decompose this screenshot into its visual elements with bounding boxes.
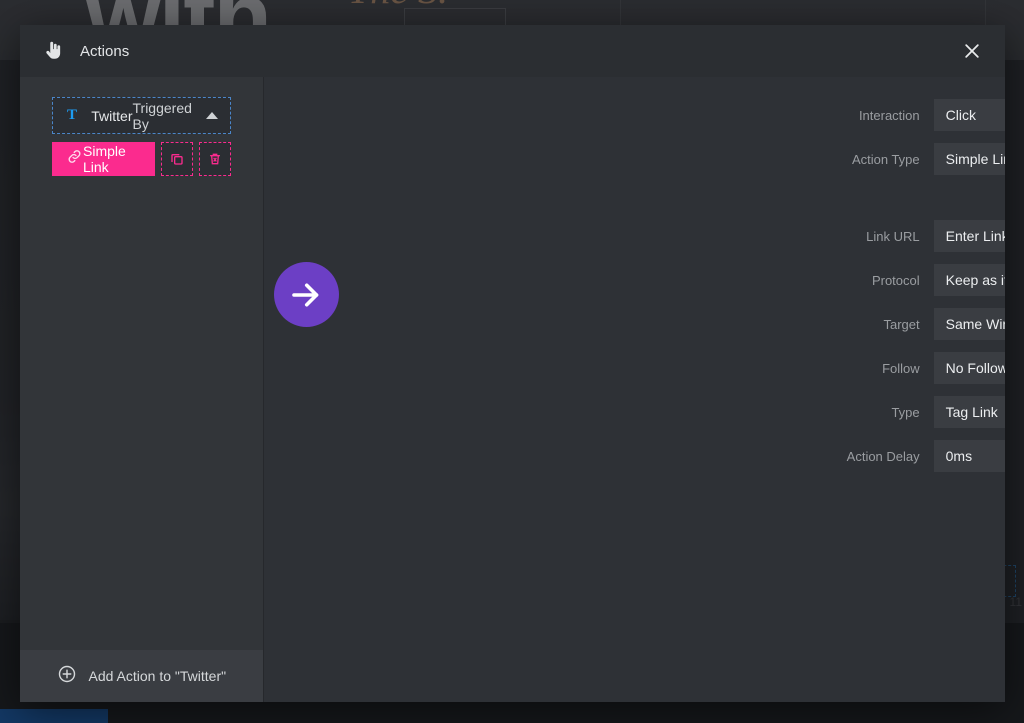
field-action-type: Action Type Simple Link — [264, 143, 1005, 175]
settings-form: Interaction Click Action Type Simple Lin… — [264, 77, 1005, 472]
type-select[interactable]: Tag Link — [933, 396, 1005, 428]
field-value: Same Window — [945, 316, 1005, 332]
modal-header: Actions — [20, 25, 1005, 77]
field-label: Target — [883, 316, 920, 332]
target-select[interactable]: Same Window — [933, 308, 1005, 340]
actions-list-panel: T Twitter Triggered By Simple Link Add A… — [20, 77, 264, 702]
action-type-select[interactable]: Simple Link — [933, 143, 1005, 175]
actions-list: T Twitter Triggered By Simple Link — [20, 77, 263, 176]
follow-select[interactable]: No Follow — [933, 352, 1005, 384]
trigger-group-row-twitter[interactable]: T Twitter Triggered By — [52, 97, 231, 134]
form-spacer — [264, 187, 1005, 220]
triggered-by-label: Triggered By — [132, 99, 192, 132]
field-value: Simple Link — [945, 151, 1005, 167]
close-icon[interactable] — [957, 36, 987, 66]
arrow-right-icon — [273, 262, 339, 327]
twitter-icon: T — [67, 107, 78, 123]
field-link-url: Link URL Enter Link — [264, 220, 1005, 252]
action-settings-panel: Interaction Click Action Type Simple Lin… — [263, 77, 1005, 702]
field-interaction: Interaction Click — [264, 99, 1005, 131]
field-type: Type Tag Link — [264, 396, 1005, 428]
link-url-input[interactable]: Enter Link — [933, 220, 1005, 252]
duplicate-icon[interactable] — [160, 142, 193, 176]
hand-pointer-icon — [40, 38, 66, 64]
field-value: Enter Link — [945, 228, 1005, 244]
field-value: Click — [945, 107, 976, 123]
link-icon — [66, 148, 83, 170]
field-label: Action Delay — [846, 448, 920, 464]
field-label: Protocol — [871, 272, 920, 288]
field-label: Action Type — [851, 151, 920, 167]
action-item-label: Simple Link — [83, 143, 126, 175]
field-label: Type — [891, 404, 920, 420]
interaction-select[interactable]: Click — [933, 99, 1005, 131]
field-value: Keep as it is — [945, 272, 1005, 288]
field-target: Target Same Window — [264, 308, 1005, 340]
protocol-select[interactable]: Keep as it is — [933, 264, 1005, 296]
action-row: Simple Link — [52, 142, 231, 176]
action-item-simple-link[interactable]: Simple Link — [52, 142, 155, 176]
field-follow: Follow No Follow — [264, 352, 1005, 384]
action-delay-input[interactable]: 0ms — [933, 440, 1005, 472]
trigger-group-name: Twitter — [91, 107, 133, 124]
trash-icon[interactable] — [198, 142, 231, 176]
field-action-delay: Action Delay 0ms — [264, 440, 1005, 472]
field-value: No Follow — [945, 360, 1005, 376]
field-label: Interaction — [858, 107, 920, 123]
field-value: Tag Link — [945, 404, 998, 420]
chevron-up-icon[interactable] — [205, 112, 218, 119]
modal-body: T Twitter Triggered By Simple Link Add A… — [20, 77, 1005, 702]
modal-title: Actions — [80, 42, 130, 60]
plus-circle-icon — [57, 664, 77, 689]
add-action-button[interactable]: Add Action to "Twitter" — [20, 650, 263, 702]
field-protocol: Protocol Keep as it is — [264, 264, 1005, 296]
field-value: 0ms — [945, 448, 973, 464]
actions-modal: Actions T Twitter Triggered By Simple Li… — [20, 25, 1005, 702]
field-label: Link URL — [866, 228, 920, 244]
add-action-label: Add Action to "Twitter" — [88, 668, 227, 684]
field-label: Follow — [882, 360, 920, 376]
